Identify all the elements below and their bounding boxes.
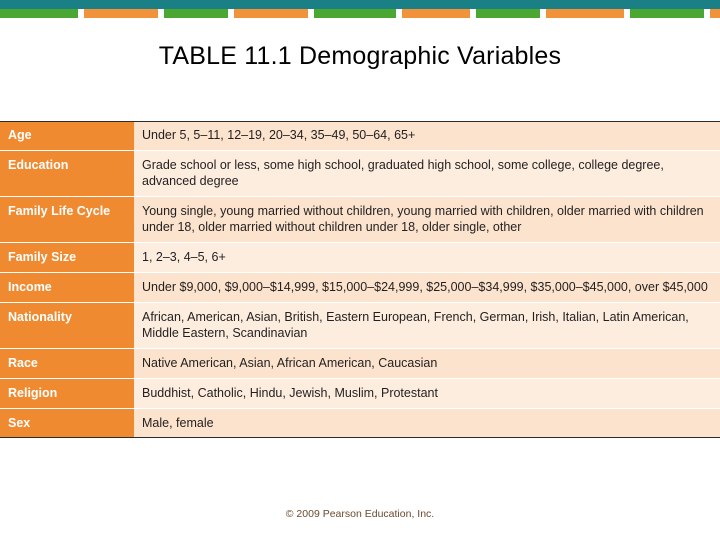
table-row: Religion Buddhist, Catholic, Hindu, Jewis… [0, 378, 720, 409]
table-row: Income Under $9,000, $9,000–$14,999, $15,… [0, 272, 720, 303]
variable-label-cell: Income [0, 272, 134, 303]
color-segment [0, 9, 78, 18]
variable-values-cell: Grade school or less, some high school, … [134, 150, 720, 197]
color-segment [546, 9, 624, 18]
teal-band [0, 0, 720, 9]
variable-label-cell: Race [0, 348, 134, 379]
demographic-variables-table-wrap: Age Under 5, 5–11, 12–19, 20–34, 35–49, 5… [0, 121, 720, 438]
variable-values-cell: Male, female [134, 408, 720, 438]
table-row: Age Under 5, 5–11, 12–19, 20–34, 35–49, 5… [0, 121, 720, 151]
table-row: Sex Male, female [0, 408, 720, 438]
table-row: Race Native American, Asian, African Amer… [0, 348, 720, 379]
variable-values-cell: Native American, Asian, African American… [134, 348, 720, 379]
table-bottom-rule [0, 437, 720, 438]
variable-label-cell: Age [0, 121, 134, 151]
variable-label-cell: Nationality [0, 302, 134, 349]
color-segment [314, 9, 396, 18]
color-segment [476, 9, 540, 18]
color-segment [402, 9, 470, 18]
variable-label-cell: Family Life Cycle [0, 196, 134, 243]
variable-values-cell: Under $9,000, $9,000–$14,999, $15,000–$2… [134, 272, 720, 303]
variable-values-cell: Buddhist, Catholic, Hindu, Jewish, Musli… [134, 378, 720, 409]
color-segment [84, 9, 158, 18]
color-segment [710, 9, 720, 18]
color-segment [234, 9, 308, 18]
variable-values-cell: African, American, Asian, British, Easte… [134, 302, 720, 349]
variable-values-cell: Young single, young married without chil… [134, 196, 720, 243]
table-row: Education Grade school or less, some high… [0, 150, 720, 197]
variable-label-cell: Sex [0, 408, 134, 438]
variable-label-cell: Religion [0, 378, 134, 409]
table-top-rule [0, 121, 720, 122]
color-segment [164, 9, 228, 18]
decorative-top-bar [0, 0, 720, 26]
table-row: Nationality African, American, Asian, Bri… [0, 302, 720, 349]
color-segment [630, 9, 704, 18]
table-row: Family Size 1, 2–3, 4–5, 6+ [0, 242, 720, 273]
table-row: Family Life Cycle Young single, young mar… [0, 196, 720, 243]
variable-values-cell: 1, 2–3, 4–5, 6+ [134, 242, 720, 273]
page-title: TABLE 11.1 Demographic Variables [158, 42, 562, 70]
variable-values-cell: Under 5, 5–11, 12–19, 20–34, 35–49, 50–6… [134, 121, 720, 151]
copyright-footer: © 2009 Pearson Education, Inc. [285, 508, 435, 520]
variable-label-cell: Family Size [0, 242, 134, 273]
demographic-variables-table: Age Under 5, 5–11, 12–19, 20–34, 35–49, 5… [0, 121, 720, 438]
variable-label-cell: Education [0, 150, 134, 197]
